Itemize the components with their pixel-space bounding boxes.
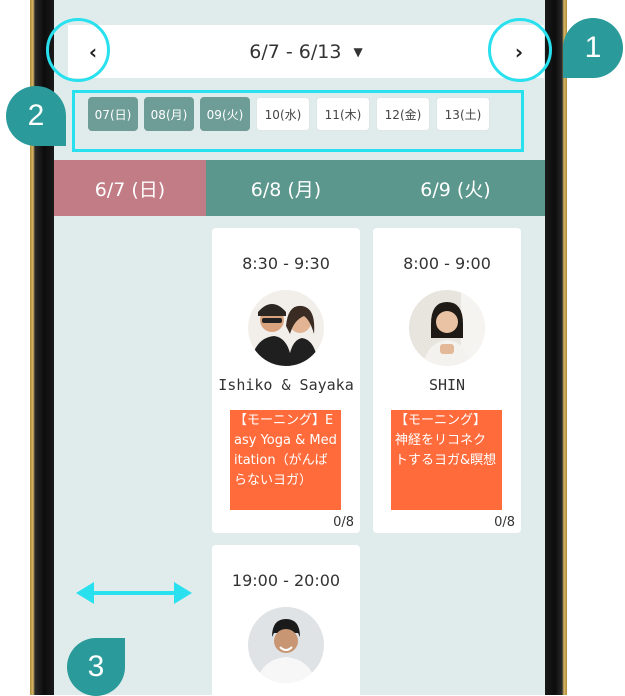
lesson-title[interactable]: 【モーニング】神経をリコネクトするヨガ&瞑想 [391, 410, 502, 510]
instructor-avatar [248, 607, 324, 683]
lesson-card[interactable]: 8:00 - 9:00 SHIN 【モーニング】神経をリコネクトするヨガ&瞑想 … [373, 228, 521, 533]
caret-down-icon: ▼ [353, 44, 363, 59]
lesson-card[interactable]: 8:30 - 9:30 Ishiko & Sayaka 【モーニング】Easy … [212, 228, 360, 533]
capacity-count: 0/8 [494, 515, 515, 530]
highlight-circle-prev [46, 18, 110, 82]
annotation-badge-1: 1 [563, 18, 623, 78]
instructor-name: Ishiko & Sayaka [218, 376, 354, 394]
column-header-mon: 6/8 (月) [206, 160, 366, 216]
lesson-time: 8:00 - 9:00 [403, 254, 491, 273]
highlight-circle-next [488, 18, 552, 82]
week-range-label: 6/7 - 6/13 [249, 40, 342, 63]
phone-frame-right [545, 0, 567, 695]
annotation-badge-2: 2 [6, 86, 66, 146]
lesson-card[interactable]: 19:00 - 20:00 [212, 545, 360, 695]
annotation-badge-3: 3 [67, 638, 125, 696]
week-navigation-bar: 6/7 - 6/13 ▼ ‹ › [68, 25, 544, 78]
lesson-time: 8:30 - 9:30 [242, 254, 330, 273]
column-header-sun: 6/7 (日) [54, 160, 206, 216]
instructor-name: SHIN [428, 376, 466, 394]
lesson-title[interactable]: 【モーニング】Easy Yoga & Meditation（がんばらないヨガ） [230, 410, 341, 510]
double-arrow-icon [76, 582, 192, 604]
week-range-selector[interactable]: 6/7 - 6/13 ▼ [68, 25, 544, 78]
lesson-time: 19:00 - 20:00 [231, 571, 341, 590]
capacity-count: 0/8 [333, 515, 354, 530]
instructor-avatar [409, 290, 485, 366]
instructor-avatar [248, 290, 324, 366]
column-header-tue: 6/9 (火) [366, 160, 545, 216]
highlight-rect-day-tabs [72, 90, 524, 152]
